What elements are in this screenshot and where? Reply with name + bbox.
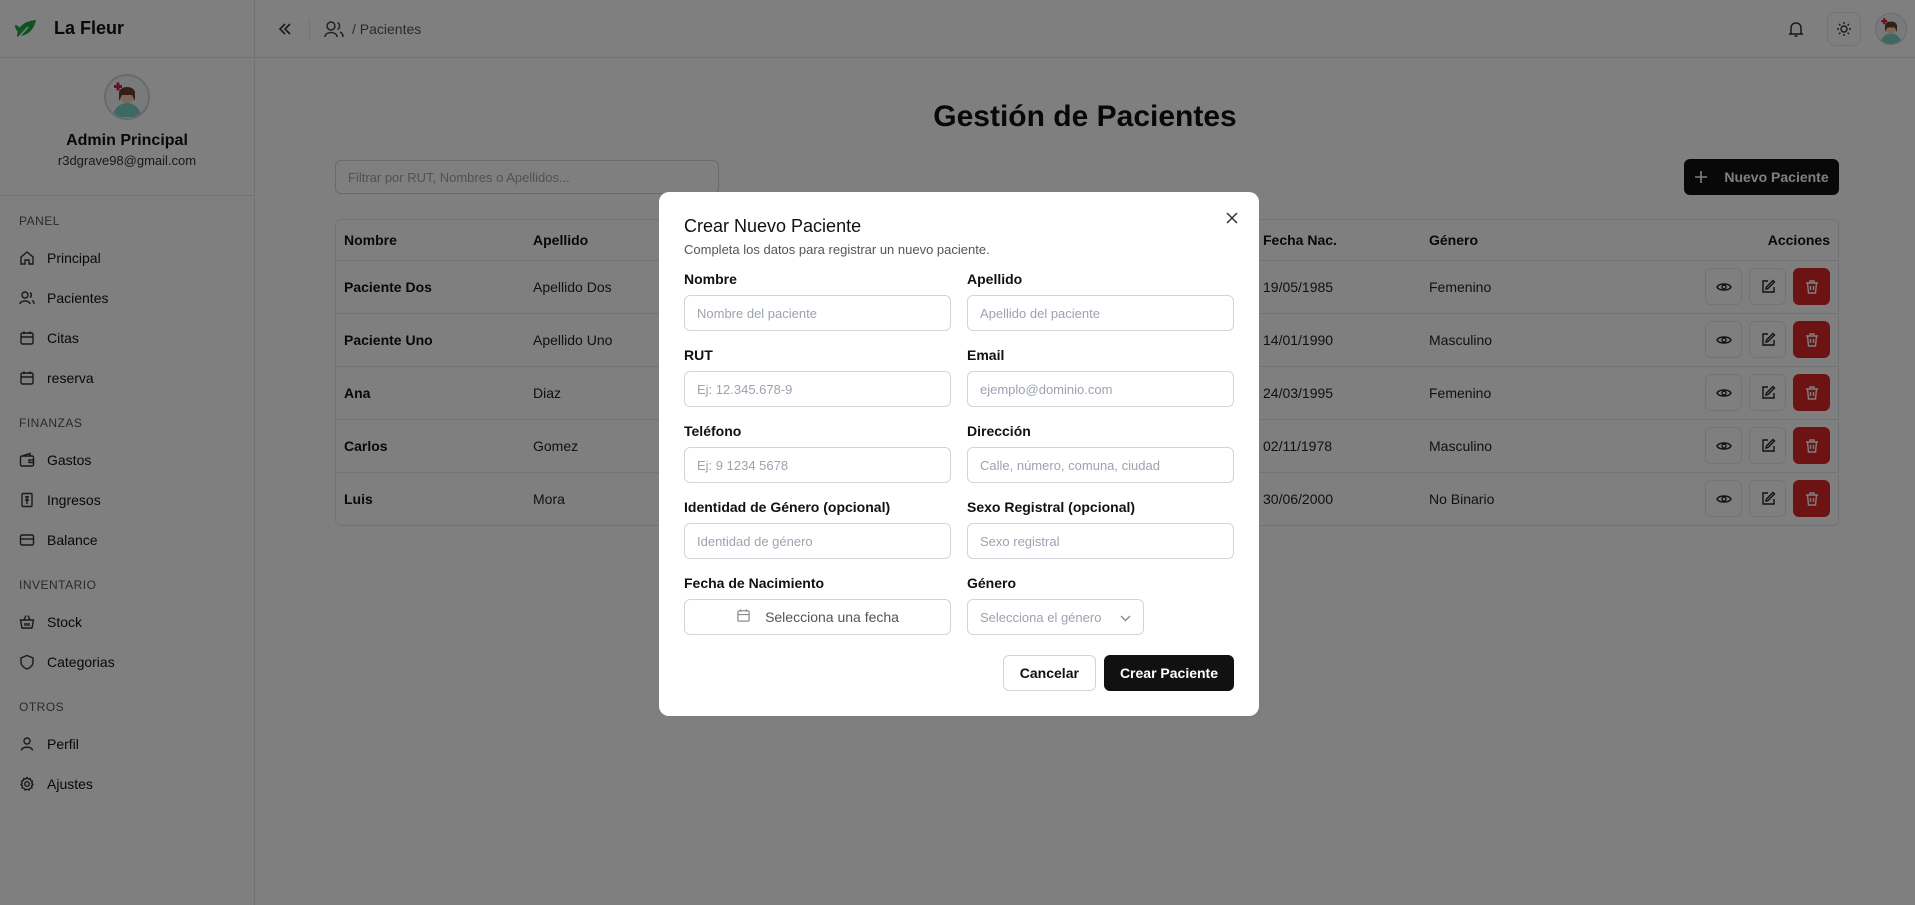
label-rut: RUT bbox=[684, 347, 713, 363]
field-rut: RUT bbox=[684, 347, 951, 407]
email-input[interactable] bbox=[967, 371, 1234, 407]
identidad-input[interactable] bbox=[684, 523, 951, 559]
field-fecha: Fecha de Nacimiento Selecciona una fecha bbox=[684, 575, 951, 635]
field-identidad: Identidad de Género (opcional) bbox=[684, 499, 951, 559]
label-genero: Género bbox=[967, 575, 1017, 591]
label-telefono: Teléfono bbox=[684, 423, 742, 439]
calendar-icon bbox=[736, 608, 751, 626]
close-icon[interactable] bbox=[1223, 209, 1241, 227]
direccion-input[interactable] bbox=[967, 447, 1234, 483]
nombre-input[interactable] bbox=[684, 295, 951, 331]
cancel-button[interactable]: Cancelar bbox=[1002, 655, 1096, 691]
field-telefono: Teléfono bbox=[684, 423, 951, 483]
patient-form: Nombre Apellido RUT Email Teléfono Direc… bbox=[684, 271, 1234, 651]
sexo-input[interactable] bbox=[967, 523, 1234, 559]
field-apellido: Apellido bbox=[967, 271, 1234, 331]
chevron-down-icon bbox=[1120, 610, 1131, 625]
telefono-input[interactable] bbox=[684, 447, 951, 483]
dialog-title: Crear Nuevo Paciente bbox=[684, 216, 862, 236]
create-patient-dialog: Crear Nuevo Paciente Completa los datos … bbox=[659, 192, 1259, 716]
label-nombre: Nombre bbox=[684, 271, 737, 287]
field-email: Email bbox=[967, 347, 1234, 407]
rut-input[interactable] bbox=[684, 371, 951, 407]
dialog-description: Completa los datos para registrar un nue… bbox=[684, 242, 990, 257]
field-nombre: Nombre bbox=[684, 271, 951, 331]
create-patient-button[interactable]: Crear Paciente bbox=[1103, 655, 1234, 691]
apellido-input[interactable] bbox=[967, 295, 1234, 331]
date-placeholder: Selecciona una fecha bbox=[765, 609, 899, 625]
date-picker-button[interactable]: Selecciona una fecha bbox=[684, 599, 951, 635]
field-direccion: Dirección bbox=[967, 423, 1234, 483]
field-sexo: Sexo Registral (opcional) bbox=[967, 499, 1234, 559]
label-identidad: Identidad de Género (opcional) bbox=[684, 499, 891, 515]
label-apellido: Apellido bbox=[967, 271, 1023, 287]
label-direccion: Dirección bbox=[967, 423, 1031, 439]
label-fecha: Fecha de Nacimiento bbox=[684, 575, 825, 591]
genero-select[interactable]: Selecciona el género bbox=[967, 599, 1144, 635]
field-genero: Género Selecciona el género bbox=[967, 575, 1234, 635]
dialog-footer: Cancelar Crear Paciente bbox=[1002, 655, 1234, 691]
select-placeholder: Selecciona el género bbox=[980, 609, 1102, 625]
label-email: Email bbox=[967, 347, 1005, 363]
label-sexo: Sexo Registral (opcional) bbox=[967, 499, 1136, 515]
